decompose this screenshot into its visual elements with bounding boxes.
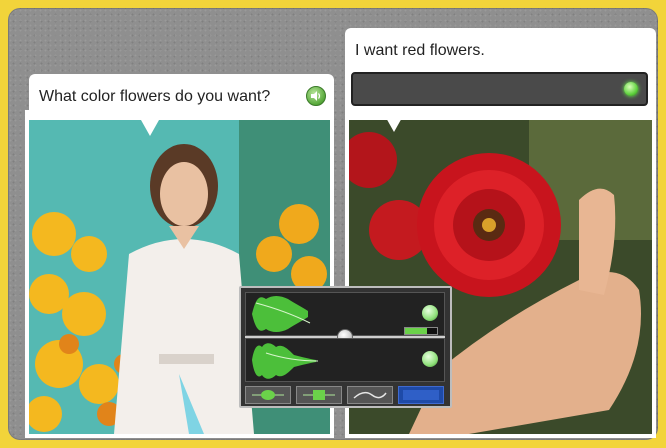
play-audio-button[interactable] — [306, 86, 326, 106]
bubble-tail — [385, 116, 403, 132]
spectrum-mode-button[interactable] — [398, 386, 444, 404]
waveform-graphic — [252, 296, 311, 332]
user-voice-waveform — [245, 338, 445, 382]
bubble-tail — [141, 120, 159, 136]
waveform-mode-button[interactable] — [245, 386, 291, 404]
waveform-icon — [252, 390, 284, 400]
question-text: What color flowers do you want? — [39, 88, 271, 105]
view-mode-toolbar — [245, 386, 445, 404]
play-user-audio-button[interactable] — [422, 351, 438, 367]
pitch-mode-button[interactable] — [296, 386, 342, 404]
play-native-audio-button[interactable] — [422, 305, 438, 321]
answer-text: I want red flowers. — [355, 42, 485, 59]
microphone-status-light-icon — [624, 82, 638, 96]
voice-comparison-panel — [239, 286, 452, 408]
curve-mode-button[interactable] — [347, 386, 393, 404]
spectrum-icon — [403, 390, 439, 400]
answer-bubble: I want red flowers. — [345, 28, 656, 132]
volume-level-meter — [404, 327, 438, 335]
waveform-graphic — [252, 343, 319, 379]
pitch-icon — [303, 390, 335, 400]
speech-input-bar[interactable] — [351, 72, 648, 106]
curve-icon — [353, 391, 387, 399]
volume-level-fill — [405, 328, 428, 334]
question-bubble: What color flowers do you want? — [29, 74, 334, 136]
speaker-icon — [311, 91, 321, 101]
